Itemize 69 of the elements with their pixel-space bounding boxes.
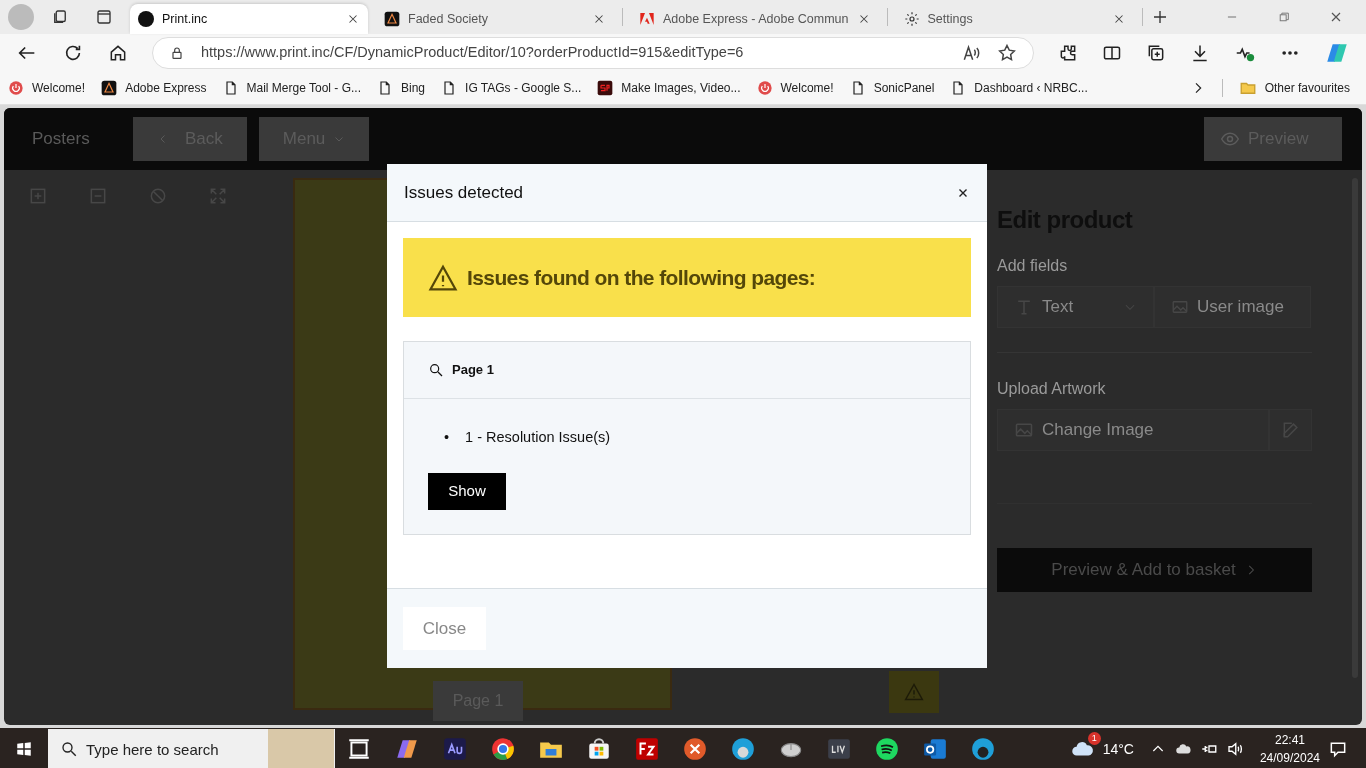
close-button[interactable]: Close	[403, 607, 486, 650]
lock-icon	[169, 45, 185, 61]
favourite-star-icon[interactable]	[997, 43, 1017, 63]
section-label: Add fields	[997, 256, 1069, 276]
images-icon	[1014, 420, 1034, 440]
address-bar[interactable]: https://www.print.inc/CF/DynamicProduct/Editor/10?orderProductId=915&editType=6	[152, 37, 1034, 69]
fz-app-icon[interactable]	[634, 736, 660, 762]
browser-tab[interactable]: Adobe Express - Adobe Commun	[631, 4, 879, 34]
bookmark-link[interactable]: Dashboard ‹ NRBC...	[950, 79, 1088, 97]
bookmark-link[interactable]: Welcome!	[756, 79, 834, 97]
browser-tab[interactable]: Faded Society	[376, 4, 614, 34]
clock-time: 22:41	[1274, 732, 1305, 749]
triangle-logo-icon	[384, 11, 400, 27]
text-field-dropdown[interactable]: Text	[997, 286, 1154, 328]
au-app-icon[interactable]	[442, 736, 468, 762]
task-view-icon[interactable]	[346, 736, 372, 762]
browser-tab[interactable]: Settings	[895, 4, 1134, 34]
bookmark-link[interactable]: IG TAGs - Google S...	[441, 79, 582, 97]
browser-tab[interactable]: Print.inc	[130, 4, 368, 34]
chrome-icon[interactable]	[490, 736, 516, 762]
settings-icon	[903, 11, 920, 27]
taskbar-search[interactable]: Type here to search	[48, 729, 335, 768]
temperature-text: 14°C	[1102, 739, 1134, 759]
download-icon[interactable]	[1190, 43, 1210, 63]
warning-icon	[904, 682, 924, 702]
image-icon	[1171, 298, 1189, 316]
bookmark-link[interactable]: Welcome!	[8, 79, 86, 97]
home-icon[interactable]	[108, 43, 128, 63]
bookmark-link[interactable]: Bing	[377, 79, 426, 97]
spotify-icon[interactable]	[874, 736, 900, 762]
power-logo-icon	[8, 80, 24, 96]
bookmark-link[interactable]: SonicPanel	[849, 79, 935, 97]
issue-item: 1 - Resolution Issue(s)	[465, 428, 611, 447]
remote-app-icon[interactable]	[682, 736, 708, 762]
user-image-button[interactable]: User image	[1154, 286, 1311, 328]
card-title: Page 1	[452, 361, 494, 380]
read-aloud-icon[interactable]	[961, 43, 981, 63]
extensions-icon[interactable]	[1058, 43, 1078, 63]
bookmark-folder[interactable]: Other favourites	[1238, 79, 1350, 97]
eye-icon	[1220, 129, 1240, 149]
windows-logo-icon	[15, 740, 33, 758]
clock-date: 24/09/2024	[1259, 750, 1320, 767]
triangle-logo-icon	[101, 80, 118, 96]
bookmark-link[interactable]: Mail Merge Tool - G...	[222, 79, 361, 97]
section-label: Upload Artwork	[997, 379, 1107, 399]
live-app-icon[interactable]	[826, 736, 852, 762]
search-icon	[428, 362, 444, 378]
page-icon	[377, 80, 393, 96]
bookmark-link[interactable]: Make Images, Video...	[597, 79, 741, 97]
triangle-logo-icon	[639, 11, 655, 27]
power-logo-icon	[756, 80, 773, 96]
section-title: Posters	[31, 128, 91, 151]
split-screen-icon[interactable]	[1102, 43, 1122, 63]
collections-icon[interactable]	[1146, 43, 1166, 63]
sp-logo-icon	[597, 80, 614, 96]
notifications-icon[interactable]	[1328, 739, 1348, 759]
banner-text: Issues found on the following pages:	[467, 264, 816, 291]
outlook-icon[interactable]	[922, 736, 948, 762]
bookmark-link[interactable]: Adobe Express	[101, 79, 207, 97]
favicon	[138, 11, 154, 27]
change-image-button[interactable]: Change Image	[997, 409, 1269, 451]
dialog-title: Issues detected	[404, 181, 524, 204]
speaker-icon[interactable]	[1225, 740, 1244, 758]
bullet: •	[444, 428, 450, 447]
search-icon	[60, 740, 78, 758]
notification-badge: 1	[1087, 732, 1101, 745]
warning-icon	[427, 262, 459, 293]
store-icon[interactable]	[586, 736, 612, 762]
show-button[interactable]: Show	[428, 472, 506, 510]
